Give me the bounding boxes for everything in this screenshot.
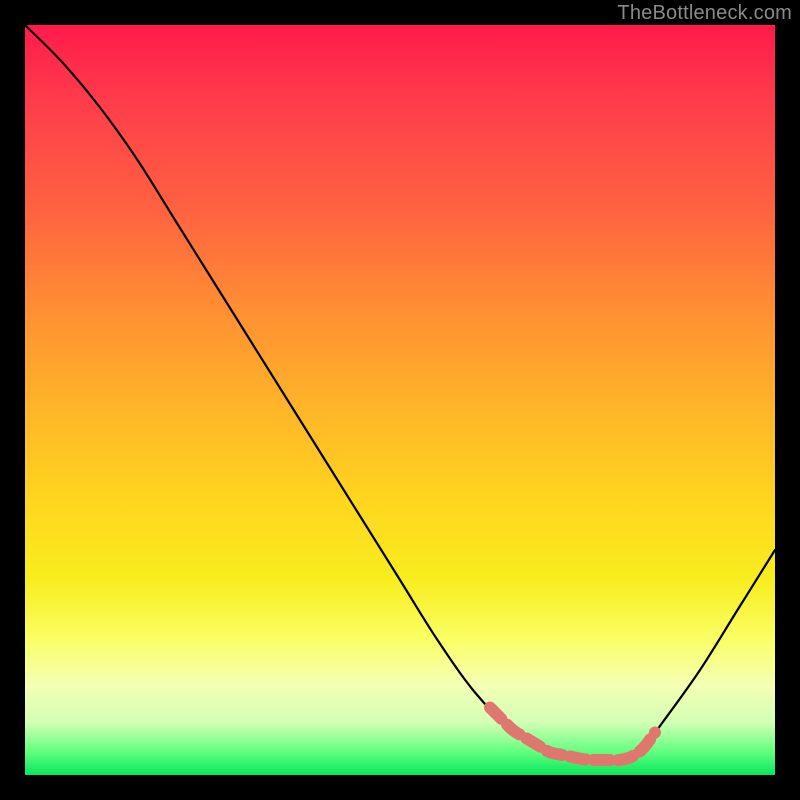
- bottleneck-curve: [25, 25, 775, 761]
- bottleneck-marker: [490, 708, 655, 761]
- watermark-text: TheBottleneck.com: [617, 2, 792, 25]
- chart-svg: [25, 25, 775, 775]
